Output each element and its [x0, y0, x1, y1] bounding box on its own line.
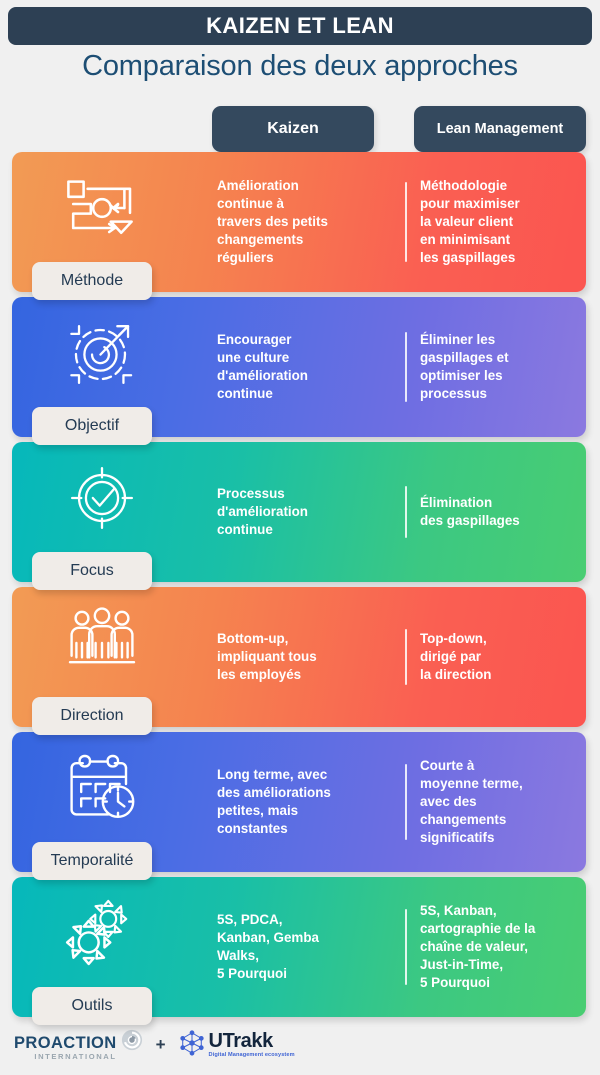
infographic-page: KAIZEN ET LEAN Comparaison des deux appr…	[0, 0, 600, 1075]
comparison-row-objectif: Encourager une culture d'amélioration co…	[12, 297, 586, 445]
target-arrow-icon	[50, 311, 154, 395]
row-label-methode-text: Méthode	[60, 272, 124, 289]
cell-kaizen-objectif: Encourager une culture d'amélioration co…	[217, 332, 308, 401]
page-subtitle: Comparaison des deux approches	[82, 50, 518, 82]
row-label-outils-text: Outils	[71, 997, 113, 1014]
column-header-kaizen-label: Kaizen	[267, 120, 319, 137]
cell-lean-temporalite: Courte à moyenne terme, avec des changem…	[420, 758, 523, 845]
page-title-bar: KAIZEN ET LEAN	[8, 7, 592, 45]
cell-kaizen-methode: Amélioration continue à travers des peti…	[217, 178, 328, 265]
comparison-row-focus: Processus d'amélioration continue Élimin…	[12, 442, 586, 590]
column-divider	[405, 764, 407, 840]
row-label-objectif-text: Objectif	[64, 417, 120, 434]
cell-kaizen-temporalite: Long terme, avec des améliorations petit…	[217, 767, 331, 836]
row-label-methode: Méthode	[32, 262, 152, 300]
page-title: KAIZEN ET LEAN	[206, 13, 394, 38]
row-label-focus: Focus	[32, 552, 152, 590]
row-label-focus-text: Focus	[70, 562, 114, 579]
proaction-logo-name: PROACTION	[14, 1033, 117, 1052]
target-check-icon	[50, 456, 154, 540]
row-label-temporalite-text: Temporalité	[50, 852, 134, 869]
utrakk-network-icon	[179, 1029, 205, 1061]
cell-kaizen-outils: 5S, PDCA, Kanban, Gemba Walks, 5 Pourquo…	[217, 912, 319, 981]
column-header-kaizen: Kaizen	[212, 106, 374, 152]
comparison-row-direction: Bottom-up, impliquant tous les employés …	[12, 587, 586, 735]
cell-lean-methode: Méthodologie pour maximiser la valeur cl…	[420, 178, 520, 265]
comparison-row-methode: Amélioration continue à travers des peti…	[12, 152, 586, 300]
row-label-objectif: Objectif	[32, 407, 152, 445]
proaction-spiral-icon	[121, 1029, 143, 1056]
people-group-icon	[50, 601, 154, 685]
calendar-clock-icon	[50, 746, 154, 830]
comparison-row-outils: 5S, PDCA, Kanban, Gemba Walks, 5 Pourquo…	[12, 877, 586, 1025]
column-divider	[405, 909, 407, 985]
cell-lean-direction: Top-down, dirigé par la direction	[420, 631, 492, 682]
column-divider	[405, 182, 407, 262]
utrakk-logo-name: UTrakk	[208, 1030, 274, 1053]
proaction-international-logo: PROACTION INTERNATIONAL	[14, 1029, 143, 1061]
row-label-temporalite: Temporalité	[32, 842, 152, 880]
column-divider	[405, 629, 407, 685]
utrakk-logo-subtitle: Digital Management ecosystem	[208, 1052, 295, 1059]
cell-lean-outils: 5S, Kanban, cartographie de la chaîne de…	[420, 903, 536, 990]
column-header-lean-label: Lean Management	[436, 121, 564, 137]
comparison-row-temporalite: Long terme, avec des améliorations petit…	[12, 732, 586, 880]
column-divider	[405, 332, 407, 402]
utrakk-logo: UTrakk Digital Management ecosystem	[179, 1029, 295, 1061]
row-label-outils: Outils	[32, 987, 152, 1025]
cell-lean-objectif: Éliminer les gaspillages et optimiser le…	[420, 332, 509, 401]
row-label-direction-text: Direction	[60, 707, 124, 724]
flowchart-icon	[50, 166, 154, 250]
cell-kaizen-focus: Processus d'amélioration continue	[217, 486, 308, 537]
cell-kaizen-direction: Bottom-up, impliquant tous les employés	[217, 631, 317, 682]
logo-separator: +	[155, 1035, 166, 1054]
gears-icon	[50, 891, 154, 975]
column-header-lean: Lean Management	[414, 106, 586, 152]
proaction-logo-subtitle: INTERNATIONAL	[34, 1052, 117, 1062]
row-label-direction: Direction	[32, 697, 152, 735]
column-divider	[405, 486, 407, 538]
cell-lean-focus: Élimination des gaspillages	[420, 495, 520, 528]
